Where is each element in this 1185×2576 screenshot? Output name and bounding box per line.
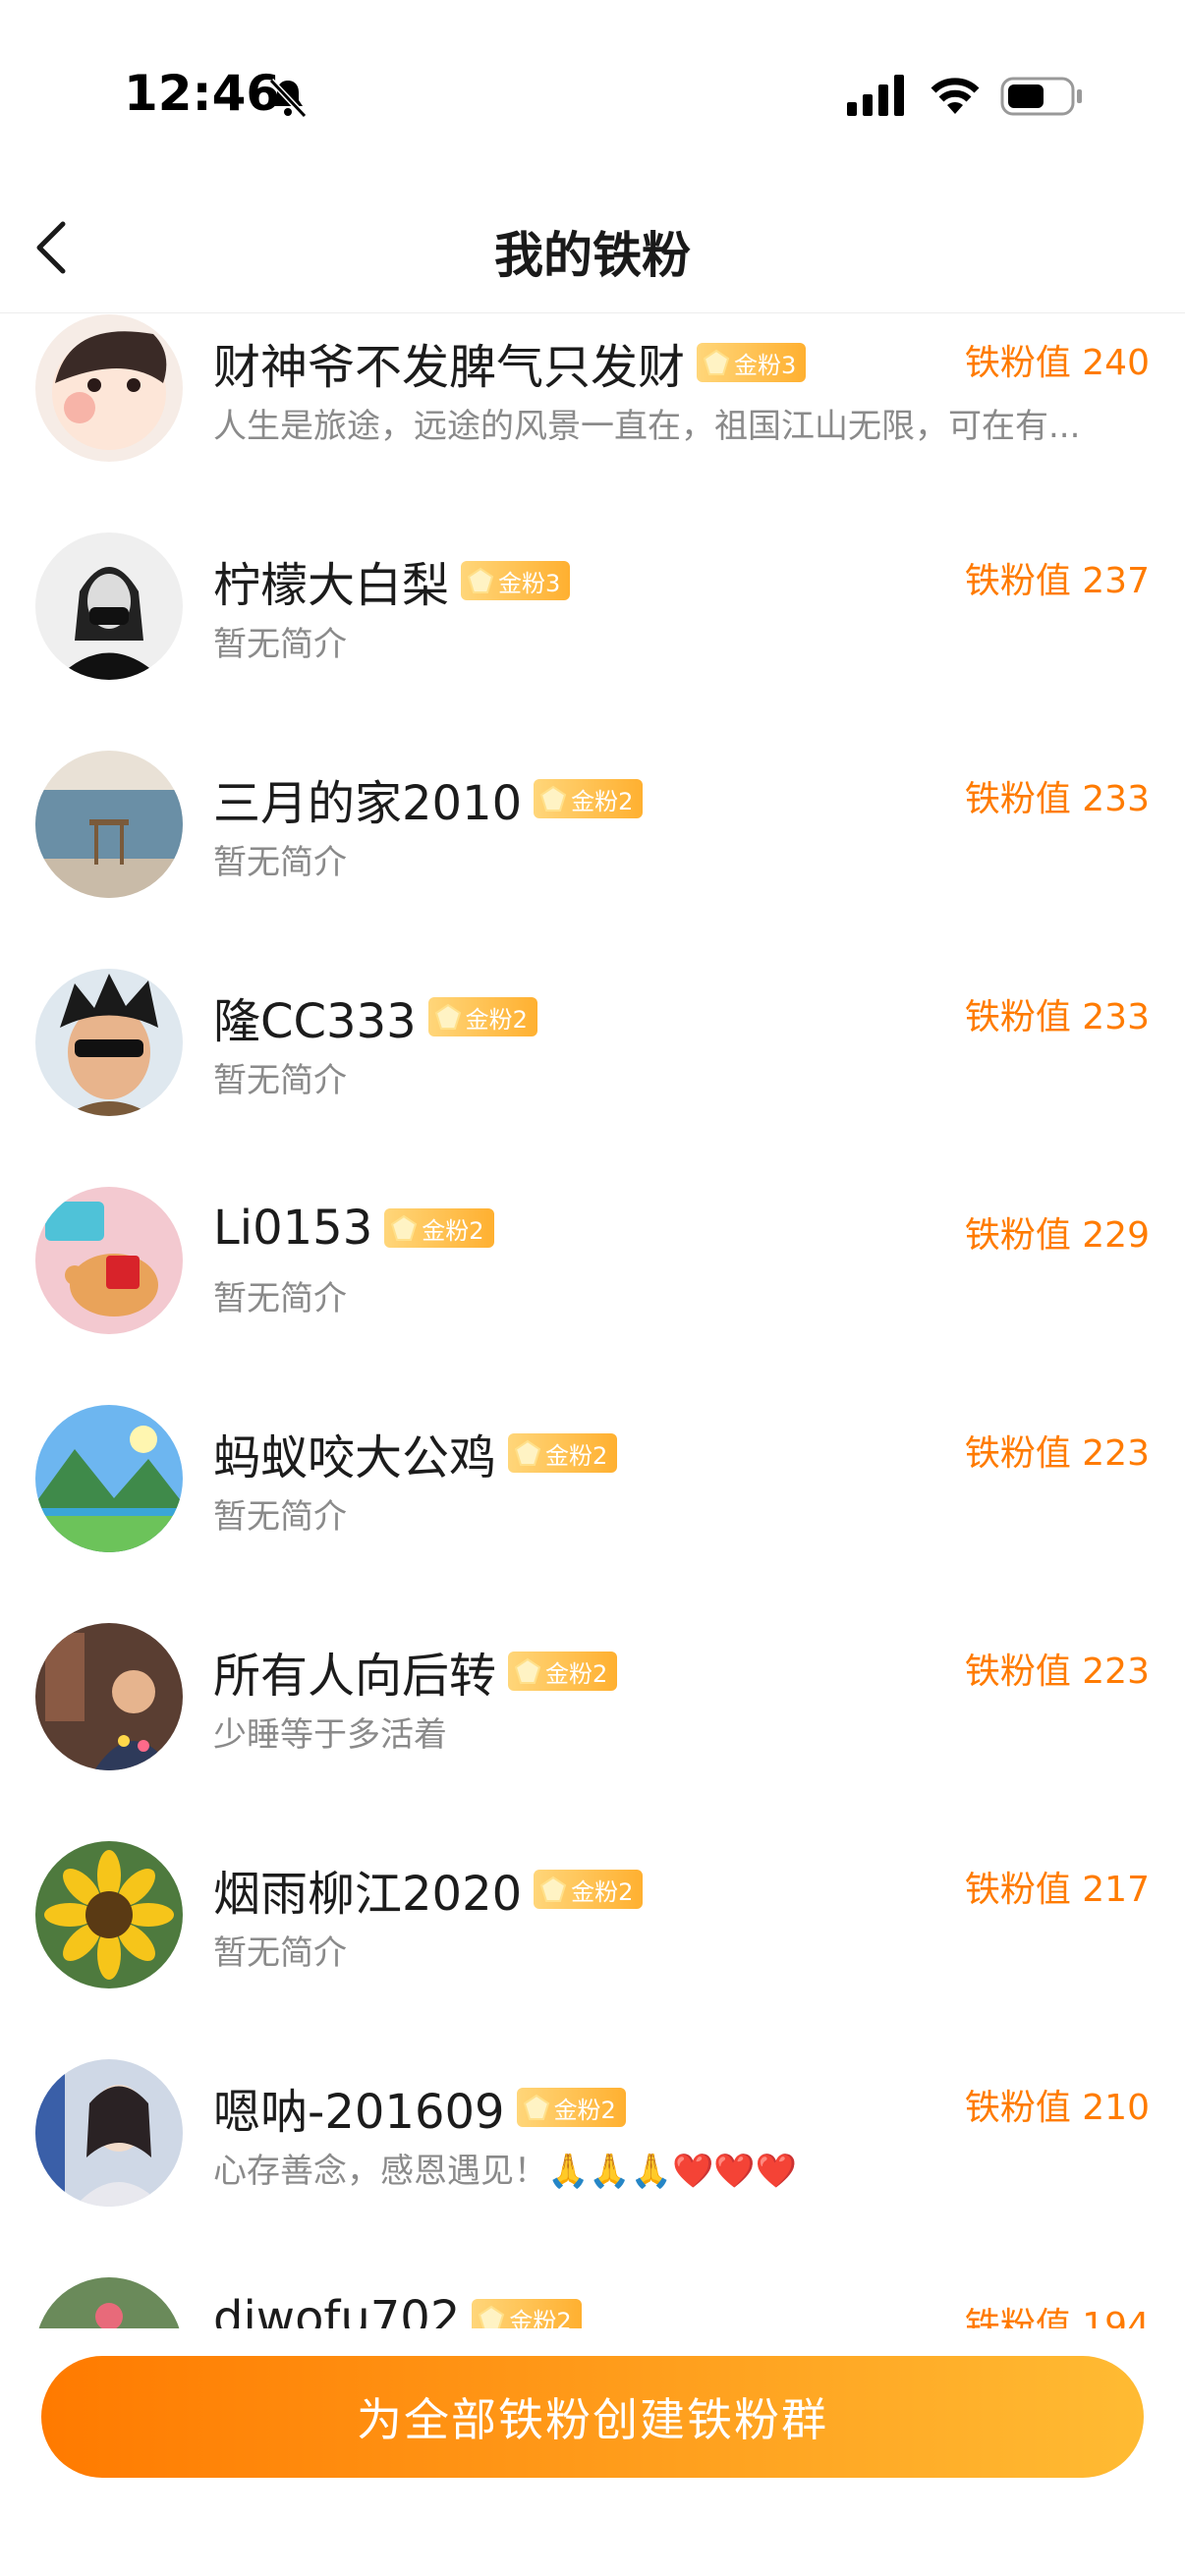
list-item[interactable]: 嗯呐-201609 金粉2 铁粉值 210 心存善念，感恩遇见！🙏🙏🙏❤️❤️❤… [0,2059,1185,2277]
fan-name-text: 嗯呐-201609 [213,2085,505,2140]
fan-name: 三月的家2010 金粉2 [213,764,644,833]
list-item[interactable]: Li0153 金粉2 铁粉值 229 暂无简介 [0,1187,1185,1405]
gem-icon [514,1657,541,1684]
fan-name-text: 所有人向后转 [213,1649,497,1704]
fan-bio: 少睡等于多活着 [213,1715,447,1755]
fan-bio: 暂无简介 [213,625,347,664]
avatar[interactable] [35,1187,183,1334]
fan-name-text: 隆CC333 [213,994,417,1049]
fan-score: 铁粉值 240 [964,343,1150,383]
wifi-icon [931,78,980,114]
badge-label: 金粉2 [553,2096,616,2124]
gem-icon [539,785,567,812]
fan-level-badge: 金粉2 [534,779,644,818]
gem-icon [539,1876,567,1902]
fan-name-text: 财神爷不发脾气只发财 [213,340,686,395]
bell-slash-icon [268,78,308,119]
fan-name: 柠檬大白梨 金粉3 [213,546,571,615]
list-item[interactable]: 柠檬大白梨 金粉3 铁粉值 237 暂无简介 [0,532,1185,751]
gem-icon [523,2094,549,2120]
badge-label: 金粉2 [509,2307,572,2329]
avatar[interactable] [35,1623,183,1770]
list-item[interactable]: 所有人向后转 金粉2 铁粉值 223 少睡等于多活着 [0,1623,1185,1841]
list-item[interactable]: 隆CC333 金粉2 铁粉值 233 暂无简介 [0,969,1185,1187]
fan-name: 嗯呐-201609 金粉2 [213,2073,626,2142]
list-item[interactable]: diwofu702 金粉2 铁粉值 194 [0,2277,1185,2328]
gem-icon [434,1003,461,1030]
fan-level-badge: 金粉2 [508,1652,618,1691]
fan-name: 烟雨柳江2020 金粉2 [213,1855,644,1924]
fan-score: 铁粉值 210 [964,2088,1150,2128]
fan-level-badge: 金粉2 [427,997,537,1036]
fan-level-badge: 金粉2 [384,1208,494,1248]
badge-label: 金粉2 [571,1877,634,1906]
gem-icon [391,1214,418,1241]
avatar[interactable] [35,1841,183,1988]
fan-score: 铁粉值 217 [964,1870,1150,1910]
fan-level-badge: 金粉2 [508,1433,618,1473]
fan-name-text: diwofu702 [213,2291,461,2328]
fan-bio: 心存善念，感恩遇见！🙏🙏🙏❤️❤️❤️ [213,2152,798,2191]
avatar[interactable] [35,1405,183,1552]
fan-score: 铁粉值 223 [964,1652,1150,1692]
fan-level-badge: 金粉3 [697,343,807,382]
badge-label: 金粉2 [571,787,634,815]
fan-bio: 暂无简介 [213,1497,347,1537]
list-item[interactable]: 三月的家2010 金粉2 铁粉值 233 暂无简介 [0,751,1185,969]
fan-score: 铁粉值 223 [964,1433,1150,1474]
avatar[interactable] [35,751,183,898]
fan-name: 所有人向后转 金粉2 [213,1637,618,1706]
fan-score: 铁粉值 233 [964,779,1150,819]
avatar[interactable] [35,969,183,1116]
fan-name: Li0153 金粉2 [213,1201,494,1256]
avatar[interactable] [35,2277,183,2328]
badge-label: 金粉3 [734,351,797,379]
fan-bio: 暂无简介 [213,1933,347,1973]
fan-name: 财神爷不发脾气只发财 金粉3 [213,328,807,397]
create-fan-group-button[interactable]: 为全部铁粉创建铁粉群 [41,2356,1144,2478]
badge-label: 金粉2 [465,1005,528,1034]
fan-bio: 暂无简介 [213,843,347,882]
fan-score: 铁粉值 229 [964,1215,1150,1256]
fan-bio: 暂无简介 [213,1279,347,1318]
gem-icon [479,2305,505,2328]
list-item[interactable]: 烟雨柳江2020 金粉2 铁粉值 217 暂无简介 [0,1841,1185,2059]
fan-level-badge: 金粉2 [534,1870,644,1909]
badge-label: 金粉3 [498,569,561,597]
badge-label: 金粉2 [422,1216,484,1245]
status-bar: 12:46 [0,0,1185,167]
list-item[interactable]: 蚂蚁咬大公鸡 金粉2 铁粉值 223 暂无简介 [0,1405,1185,1623]
fan-name-text: 三月的家2010 [213,776,523,831]
fan-name: diwofu702 金粉2 [213,2291,582,2328]
badge-label: 金粉2 [545,1659,608,1688]
fan-bio: 暂无简介 [213,1061,347,1100]
fan-score: 铁粉值 194 [964,2306,1150,2328]
fan-level-badge: 金粉2 [516,2088,626,2127]
cellular-signal-icon [847,75,904,116]
fan-score: 铁粉值 237 [964,561,1150,601]
gem-icon [703,349,730,375]
fan-name: 隆CC333 金粉2 [213,982,537,1051]
battery-icon [1000,77,1082,116]
gem-icon [467,567,494,593]
fan-score: 铁粉值 233 [964,997,1150,1037]
fan-level-badge: 金粉2 [472,2299,582,2329]
fan-name-text: Li0153 [213,1201,373,1256]
fan-level-badge: 金粉3 [461,561,571,600]
gem-icon [514,1439,541,1466]
fan-name-text: 烟雨柳江2020 [213,1867,523,1922]
status-time: 12:46 [124,65,281,122]
fan-name: 蚂蚁咬大公鸡 金粉2 [213,1419,618,1487]
avatar[interactable] [35,532,183,680]
list-item[interactable]: 财神爷不发脾气只发财 金粉3 铁粉值 240 人生是旅途，远途的风景一直在，祖国… [0,314,1185,532]
page-title: 我的铁粉 [494,227,691,284]
fan-list[interactable]: 财神爷不发脾气只发财 金粉3 铁粉值 240 人生是旅途，远途的风景一直在，祖国… [0,314,1185,2328]
avatar[interactable] [35,2059,183,2207]
fan-bio: 人生是旅途，远途的风景一直在，祖国江山无限，可在有... [213,407,1081,446]
badge-label: 金粉2 [545,1441,608,1470]
fan-name-text: 柠檬大白梨 [213,558,450,613]
avatar[interactable] [35,314,183,462]
fan-name-text: 蚂蚁咬大公鸡 [213,1430,497,1485]
